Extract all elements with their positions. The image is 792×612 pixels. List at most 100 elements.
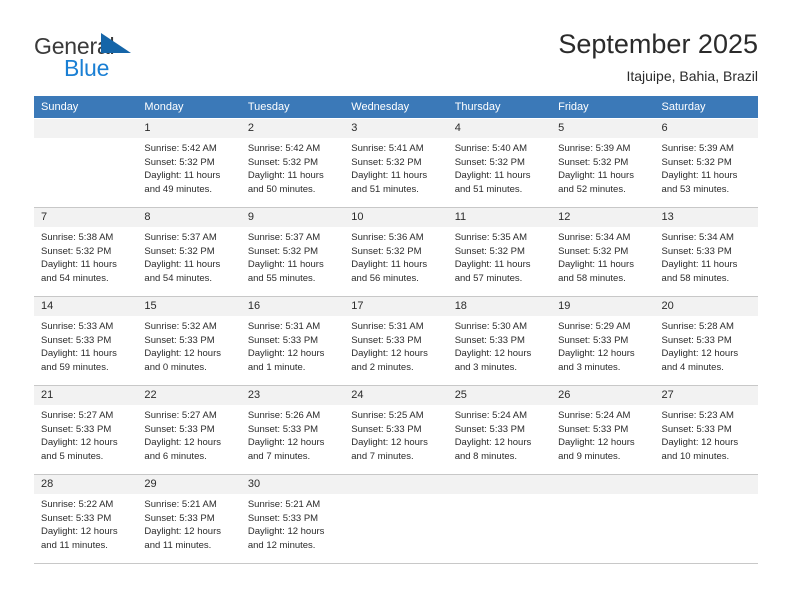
calendar-cell-day[interactable]: 29 Sunrise: 5:21 AM Sunset: 5:33 PM Dayligh… — [137, 474, 241, 564]
daylight-text-line2: and 49 minutes. — [144, 183, 213, 195]
daylight-text-line1: Daylight: 12 hours — [558, 437, 635, 449]
day-details: Sunrise: 5:42 AM Sunset: 5:32 PM Daylight:… — [137, 138, 240, 196]
calendar-cell-day[interactable]: 4 Sunrise: 5:40 AM Sunset: 5:32 PM Daylight… — [447, 118, 552, 208]
calendar-week-row: 21 Sunrise: 5:27 AM Sunset: 5:33 PM Dayligh… — [34, 385, 758, 475]
calendar-cell-day[interactable]: 15 Sunrise: 5:32 AM Sunset: 5:33 PM Dayligh… — [137, 296, 241, 386]
daylight-text-line1: Daylight: 12 hours — [351, 348, 428, 360]
general-blue-logo[interactable]: General Blue — [34, 26, 184, 80]
weekday-header-saturday: Saturday — [654, 96, 758, 119]
calendar-cell-day[interactable]: 23 Sunrise: 5:26 AM Sunset: 5:33 PM Dayligh… — [240, 385, 345, 475]
daylight-text-line2: and 51 minutes. — [351, 183, 419, 195]
calendar-cell-day[interactable]: 26 Sunrise: 5:24 AM Sunset: 5:33 PM Dayligh… — [551, 385, 655, 475]
day-details: Sunrise: 5:34 AM Sunset: 5:32 PM Daylight:… — [551, 227, 654, 285]
daylight-text-line2: and 53 minutes. — [661, 183, 730, 195]
daylight-text-line2: and 57 minutes. — [454, 272, 523, 284]
day-number: 22 — [137, 386, 241, 405]
day-number — [551, 475, 655, 494]
sunrise-text: Sunrise: 5:31 AM — [351, 321, 424, 332]
day-details: Sunrise: 5:31 AM Sunset: 5:33 PM Daylight:… — [344, 316, 447, 374]
calendar-cell-day[interactable]: 25 Sunrise: 5:24 AM Sunset: 5:33 PM Dayligh… — [447, 385, 552, 475]
weekday-header-friday: Friday — [551, 96, 655, 119]
calendar-cell-day[interactable]: 18 Sunrise: 5:30 AM Sunset: 5:33 PM Dayligh… — [447, 296, 552, 386]
calendar-cell-day[interactable]: 1 Sunrise: 5:42 AM Sunset: 5:32 PM Daylight… — [137, 118, 241, 208]
calendar-cell-day[interactable]: 19 Sunrise: 5:29 AM Sunset: 5:33 PM Dayligh… — [551, 296, 655, 386]
day-number — [344, 475, 448, 494]
weekday-header-wednesday: Wednesday — [344, 96, 448, 119]
calendar-cell-day[interactable]: 13 Sunrise: 5:34 AM Sunset: 5:33 PM Dayligh… — [654, 207, 758, 297]
daylight-text-line1: Daylight: 12 hours — [144, 526, 221, 538]
calendar-cell-day[interactable]: 12 Sunrise: 5:34 AM Sunset: 5:32 PM Dayligh… — [551, 207, 655, 297]
sunset-text: Sunset: 5:32 PM — [351, 245, 422, 257]
day-details: Sunrise: 5:41 AM Sunset: 5:32 PM Daylight:… — [344, 138, 447, 196]
day-number: 27 — [654, 386, 758, 405]
calendar-week-row: 28 Sunrise: 5:22 AM Sunset: 5:33 PM Dayligh… — [34, 474, 758, 564]
daylight-text-line2: and 11 minutes. — [144, 539, 212, 551]
daylight-text-line2: and 6 minutes. — [144, 450, 207, 462]
day-number: 16 — [240, 297, 345, 316]
calendar-cell-day[interactable]: 27 Sunrise: 5:23 AM Sunset: 5:33 PM Dayligh… — [654, 385, 758, 475]
calendar-cell-day[interactable]: 30 Sunrise: 5:21 AM Sunset: 5:33 PM Dayligh… — [240, 474, 345, 564]
daylight-text-line2: and 7 minutes. — [351, 450, 414, 462]
calendar-cell-day[interactable]: 22 Sunrise: 5:27 AM Sunset: 5:33 PM Dayligh… — [137, 385, 241, 475]
daylight-text-line2: and 8 minutes. — [454, 450, 518, 462]
calendar-cell-day[interactable]: 24 Sunrise: 5:25 AM Sunset: 5:33 PM Dayligh… — [344, 385, 448, 475]
calendar-cell-day[interactable]: 3 Sunrise: 5:41 AM Sunset: 5:32 PM Daylight… — [344, 118, 448, 208]
sunset-text: Sunset: 5:32 PM — [351, 156, 422, 168]
daylight-text-line1: Daylight: 12 hours — [144, 348, 221, 360]
calendar-cell-day[interactable]: 7 Sunrise: 5:38 AM Sunset: 5:32 PM Daylight… — [34, 207, 138, 297]
day-details: Sunrise: 5:36 AM Sunset: 5:32 PM Daylight:… — [344, 227, 447, 285]
sunset-text: Sunset: 5:33 PM — [558, 334, 629, 346]
daylight-text-line2: and 1 minute. — [247, 361, 306, 373]
calendar-page: General Blue September 2025 Itajuipe, Ba… — [0, 0, 792, 612]
daylight-text-line1: Daylight: 12 hours — [558, 348, 635, 360]
sunrise-text: Sunrise: 5:35 AM — [454, 232, 528, 243]
daylight-text-line1: Daylight: 12 hours — [661, 437, 739, 449]
daylight-text-line2: and 5 minutes. — [41, 450, 104, 462]
calendar-cell-day[interactable]: 28 Sunrise: 5:22 AM Sunset: 5:33 PM Dayligh… — [34, 474, 138, 564]
sunset-text: Sunset: 5:33 PM — [247, 512, 319, 524]
day-number — [654, 475, 758, 494]
daylight-text-line1: Daylight: 11 hours — [351, 259, 428, 271]
calendar-cell-day[interactable]: 16 Sunrise: 5:31 AM Sunset: 5:33 PM Dayligh… — [240, 296, 345, 386]
title-block: September 2025 Itajuipe, Bahia, Brazil — [558, 26, 758, 86]
calendar-cell-day[interactable]: 11 Sunrise: 5:35 AM Sunset: 5:32 PM Dayligh… — [447, 207, 552, 297]
calendar-cell-day[interactable]: 9 Sunrise: 5:37 AM Sunset: 5:32 PM Daylight… — [240, 207, 345, 297]
sunset-text: Sunset: 5:32 PM — [454, 245, 525, 257]
calendar-cell-day[interactable]: 2 Sunrise: 5:42 AM Sunset: 5:32 PM Daylight… — [240, 118, 345, 208]
day-number: 17 — [344, 297, 448, 316]
daylight-text-line2: and 2 minutes. — [351, 361, 414, 373]
calendar-cell-day[interactable]: 21 Sunrise: 5:27 AM Sunset: 5:33 PM Dayligh… — [34, 385, 138, 475]
sunrise-text: Sunrise: 5:28 AM — [661, 321, 734, 332]
day-details: Sunrise: 5:23 AM Sunset: 5:33 PM Daylight:… — [655, 405, 758, 463]
calendar-cell-day[interactable]: 10 Sunrise: 5:36 AM Sunset: 5:32 PM Dayligh… — [344, 207, 448, 297]
day-details: Sunrise: 5:25 AM Sunset: 5:33 PM Daylight:… — [344, 405, 447, 463]
sunrise-text: Sunrise: 5:42 AM — [144, 143, 217, 154]
calendar-cell-day[interactable]: 17 Sunrise: 5:31 AM Sunset: 5:33 PM Dayligh… — [344, 296, 448, 386]
day-number: 19 — [551, 297, 655, 316]
day-number: 8 — [137, 208, 241, 227]
calendar-cell-day[interactable]: 14 Sunrise: 5:33 AM Sunset: 5:33 PM Dayligh… — [34, 296, 138, 386]
daylight-text-line2: and 11 minutes. — [41, 539, 108, 551]
calendar-cell-day[interactable]: 20 Sunrise: 5:28 AM Sunset: 5:33 PM Dayligh… — [654, 296, 758, 386]
sunrise-text: Sunrise: 5:40 AM — [454, 143, 528, 154]
daylight-text-line2: and 12 minutes. — [247, 539, 316, 551]
sunrise-text: Sunrise: 5:41 AM — [351, 143, 424, 154]
calendar-week-row: 1 Sunrise: 5:42 AM Sunset: 5:32 PM Daylight… — [34, 118, 758, 208]
daylight-text-line1: Daylight: 11 hours — [247, 170, 324, 182]
calendar-cell-day[interactable]: 5 Sunrise: 5:39 AM Sunset: 5:32 PM Daylight… — [551, 118, 655, 208]
calendar-cell-day[interactable]: 8 Sunrise: 5:37 AM Sunset: 5:32 PM Daylight… — [137, 207, 241, 297]
sunset-text: Sunset: 5:33 PM — [247, 334, 319, 346]
calendar-cell-day[interactable]: 6 Sunrise: 5:39 AM Sunset: 5:32 PM Daylight… — [654, 118, 758, 208]
sunset-text: Sunset: 5:33 PM — [661, 245, 732, 257]
day-number: 14 — [34, 297, 138, 316]
day-number: 5 — [551, 119, 655, 138]
daylight-text-line2: and 59 minutes. — [41, 361, 109, 373]
day-details: Sunrise: 5:37 AM Sunset: 5:32 PM Daylight:… — [137, 227, 240, 285]
day-number: 29 — [137, 475, 241, 494]
sunset-text: Sunset: 5:33 PM — [351, 334, 422, 346]
day-number: 2 — [240, 119, 345, 138]
day-number: 13 — [654, 208, 758, 227]
day-details: Sunrise: 5:27 AM Sunset: 5:33 PM Daylight:… — [34, 405, 137, 463]
day-number — [447, 475, 552, 494]
sunset-text: Sunset: 5:33 PM — [41, 334, 112, 346]
